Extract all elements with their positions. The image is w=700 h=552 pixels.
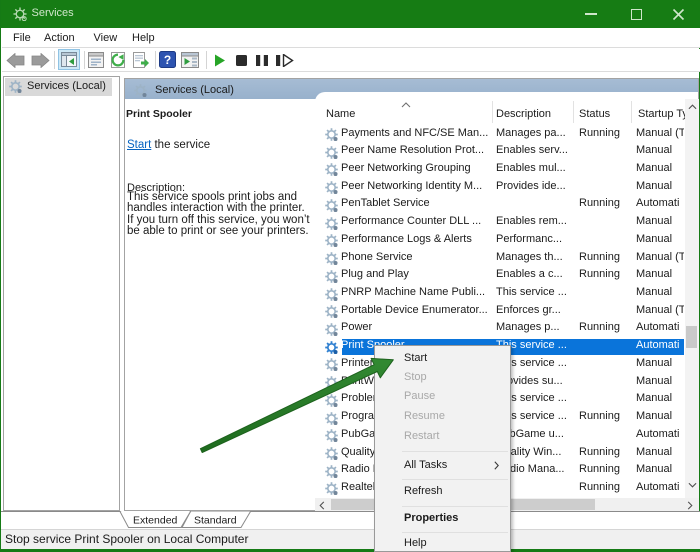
svg-text:Extended: Extended xyxy=(133,515,178,527)
svg-text:?: ? xyxy=(164,53,171,67)
svg-text:Standard: Standard xyxy=(194,515,237,527)
